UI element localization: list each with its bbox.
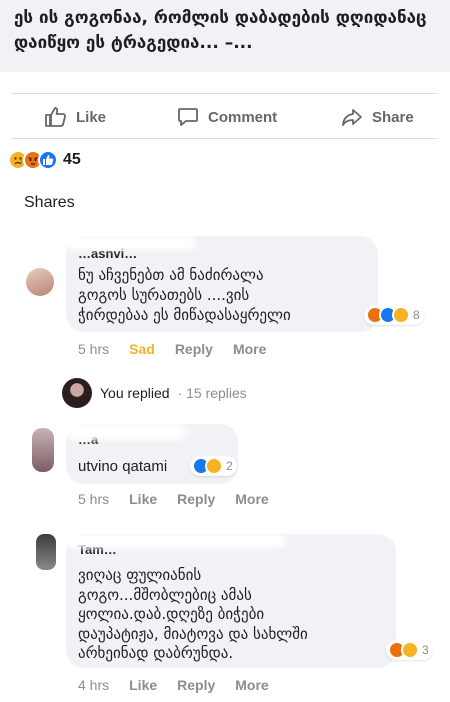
more-button[interactable]: More: [235, 491, 268, 507]
comment-reaction-count: 2: [226, 459, 233, 473]
my-avatar: [62, 378, 92, 408]
comment-button-label: Comment: [208, 108, 278, 126]
thumbs-up-icon: [44, 105, 68, 129]
comment-reactions[interactable]: 3: [386, 640, 433, 660]
comment-line: ყოლია.დაბ.დღეზე ბიჭები: [78, 605, 265, 623]
sad-reaction-icon: [401, 641, 419, 659]
post-title[interactable]: ეს ის გოგონაა, რომლის დაბადების დღიდანაც…: [14, 6, 434, 56]
comment-meta: 4 hrs Like Reply More: [78, 677, 269, 693]
post-header: ეს ის გოგონაა, რომლის დაბადების დღიდანაც…: [0, 0, 450, 72]
you-replied-label: You replied: [100, 385, 170, 401]
reply-button[interactable]: Reply: [177, 677, 215, 693]
comment-button[interactable]: Comment: [176, 104, 277, 130]
reply-button[interactable]: Reply: [177, 491, 215, 507]
comment-line: ნუ აჩვენებთ ამ ნაძირალა: [78, 266, 264, 284]
comment-text: ვიღაც ფულიანის გოგო...მშობლებიც ამას ყოლ…: [78, 566, 308, 664]
comment-line: დაუპატიჟა, მიატოვა და სახლში: [78, 624, 308, 643]
sad-reaction-icon: [392, 306, 410, 324]
share-arrow-icon: [340, 105, 364, 129]
comment-reaction-count: 3: [422, 643, 429, 657]
comment-line: არხეინად დაბრუნდა.: [78, 644, 234, 662]
comment-text: utvino qatami: [78, 458, 168, 475]
reacted-sad-button[interactable]: Sad: [129, 341, 155, 357]
comment-line: გოგო...მშობლებიც ამას: [78, 585, 252, 604]
comment-time: 5 hrs: [78, 491, 110, 507]
like-comment-button[interactable]: Like: [129, 677, 157, 693]
comment-reaction-count: 8: [413, 308, 420, 322]
reaction-count: 45: [63, 151, 81, 168]
divider-actions: [12, 138, 438, 139]
commenter-avatar[interactable]: [36, 534, 56, 570]
comment-time: 4 hrs: [78, 677, 110, 693]
comment-reactions[interactable]: 2: [190, 456, 237, 476]
comment-reactions[interactable]: 8: [364, 305, 424, 325]
comment-line: გოგოს სურათებს ....ვის: [78, 286, 250, 304]
divider-top: [12, 93, 438, 94]
comment-text: ნუ აჩვენებთ ამ ნაძირალა გოგოს სურათებს .…: [78, 265, 291, 325]
reactions-summary[interactable]: 45: [8, 148, 81, 172]
more-button[interactable]: More: [233, 341, 266, 357]
reply-count: · 15 replies: [177, 385, 247, 401]
comment-meta: 5 hrs Sad Reply More: [78, 341, 266, 357]
more-button[interactable]: More: [235, 677, 268, 693]
comment-time: 5 hrs: [78, 341, 110, 357]
redaction-patch: [66, 236, 196, 250]
shares-link[interactable]: Shares: [24, 194, 75, 212]
share-button-label: Share: [372, 108, 414, 126]
post-top-edge: [0, 0, 450, 4]
comment-line: ვიღაც ფულიანის: [78, 566, 202, 584]
redaction-patch: [66, 424, 186, 440]
replies-summary[interactable]: You replied · 15 replies: [62, 378, 247, 408]
redaction-patch: [66, 534, 286, 548]
post-action-bar: Like Comment Share: [0, 96, 450, 136]
like-button[interactable]: Like: [44, 104, 106, 130]
reply-button[interactable]: Reply: [175, 341, 213, 357]
commenter-avatar[interactable]: [32, 428, 54, 472]
comment-meta: 5 hrs Like Reply More: [78, 491, 269, 507]
like-button-label: Like: [76, 108, 107, 126]
sad-reaction-icon: [205, 457, 223, 475]
like-comment-button[interactable]: Like: [129, 491, 157, 507]
comment-line: ჭირდებაა ეს მიწადასაყრელი: [78, 306, 291, 324]
comment-bubble-icon: [176, 105, 200, 129]
share-button[interactable]: Share: [340, 104, 414, 130]
commenter-avatar[interactable]: [26, 268, 54, 296]
like-reaction-icon: [38, 150, 58, 170]
